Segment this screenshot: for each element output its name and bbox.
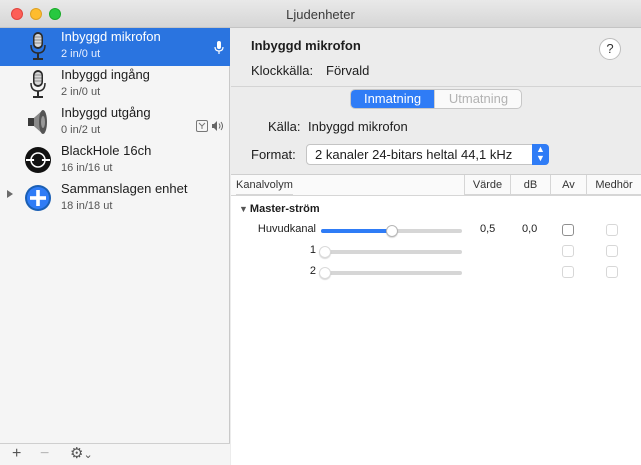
channel-volume-slider[interactable] (319, 246, 462, 258)
microphone-icon (30, 70, 46, 98)
mute-checkbox[interactable] (562, 224, 574, 236)
microphone-icon (30, 32, 46, 60)
speaker-icon (28, 110, 47, 134)
column-header-db[interactable]: dB (510, 175, 550, 195)
tab-input[interactable]: Inmatning (351, 90, 434, 108)
default-input-microphone-icon (214, 41, 224, 54)
device-detail-pane: Inbyggd mikrofon ? Klockkälla: Förvald I… (231, 28, 641, 465)
slider-knob[interactable] (386, 225, 398, 237)
gear-icon: ⚙ (70, 445, 84, 462)
slider-fill (321, 229, 392, 233)
format-selected-value: 2 kanaler 24-bitars heltal 44,1 kHz (315, 147, 513, 162)
mute-checkbox[interactable] (562, 266, 574, 278)
chevron-down-icon: ⌄ (83, 449, 93, 461)
source-value: Inbyggd mikrofon (308, 119, 408, 134)
device-channels: 2 in/0 ut (61, 86, 101, 98)
default-output-speaker-icons (196, 120, 223, 132)
device-channels: 2 in/0 ut (61, 48, 101, 60)
clock-source-label: Klockkälla: (251, 63, 314, 78)
device-name: Inbyggd utgång (61, 105, 151, 120)
column-header-thru[interactable]: Medhör (586, 175, 641, 195)
tab-output[interactable]: Utmatning (434, 90, 521, 108)
channel-label: 2 (309, 265, 316, 277)
channel-volume-slider[interactable] (321, 225, 462, 237)
channel-label: Huvudkanal (257, 223, 316, 235)
divider (231, 86, 641, 87)
add-device-button[interactable]: + (12, 446, 21, 462)
channel-volume-slider[interactable] (319, 267, 462, 279)
device-item-inbyggd-mikrofon[interactable]: Inbyggd mikrofon 2 in/0 ut (0, 28, 230, 66)
device-channels: 16 in/16 ut (61, 162, 113, 174)
mute-checkbox[interactable] (562, 245, 574, 257)
remove-device-button[interactable]: − (40, 446, 49, 462)
select-arrows-icon: ▲ ▼ (532, 144, 549, 165)
title-bar[interactable]: Ljudenheter (0, 0, 641, 28)
device-item-inbyggd-ingang[interactable]: Inbyggd ingång 2 in/0 ut (0, 66, 230, 104)
device-title: Inbyggd mikrofon (251, 38, 361, 53)
column-header-mute[interactable]: Av (550, 175, 586, 195)
thru-checkbox[interactable] (606, 224, 618, 236)
blackhole-icon (25, 147, 51, 173)
device-channels: 0 in/2 ut (61, 124, 101, 136)
audio-midi-window: Ljudenheter Inbyggd mikrofon 2 in/0 ut I… (0, 0, 641, 465)
format-select[interactable]: 2 kanaler 24-bitars heltal 44,1 kHz ▲ ▼ (306, 144, 549, 165)
column-header-value[interactable]: Värde (464, 175, 510, 195)
input-output-segmented-control[interactable]: Inmatning Utmatning (350, 89, 522, 109)
slider-knob[interactable] (319, 267, 331, 279)
device-name: Inbyggd ingång (61, 67, 150, 82)
column-header-volume[interactable]: Kanalvolym (236, 175, 293, 195)
source-label: Källa: (268, 119, 301, 134)
thru-checkbox[interactable] (606, 266, 618, 278)
window-title: Ljudenheter (286, 7, 355, 22)
channel-db: 0,0 (522, 223, 538, 235)
channel-label: 1 (309, 244, 316, 256)
sidebar-footer: + − ⚙⌄ (0, 443, 230, 465)
disclosure-triangle-icon[interactable] (7, 190, 13, 198)
device-channels: 18 in/18 ut (61, 200, 113, 212)
device-item-blackhole[interactable]: BlackHole 16ch 16 in/16 ut (0, 142, 230, 180)
master-stream-group[interactable]: Master-ström (239, 203, 320, 215)
thru-checkbox[interactable] (606, 245, 618, 257)
slider-knob[interactable] (319, 246, 331, 258)
device-sidebar: Inbyggd mikrofon 2 in/0 ut Inbyggd ingån… (0, 28, 230, 465)
gear-menu-button[interactable]: ⚙⌄ (70, 446, 93, 463)
channel-value: 0,5 (480, 223, 496, 235)
device-item-sammanslagen-enhet[interactable]: Sammanslagen enhet 18 in/18 ut (0, 180, 230, 218)
help-button[interactable]: ? (599, 38, 621, 60)
device-name: BlackHole 16ch (61, 143, 152, 158)
format-label: Format: (251, 147, 296, 162)
device-name: Sammanslagen enhet (61, 181, 188, 196)
aggregate-device-icon (25, 185, 51, 211)
channel-volume-table: Kanalvolym Värde dB Av Medhör Master-str… (231, 174, 641, 465)
clock-source-value[interactable]: Förvald (326, 63, 369, 78)
device-item-inbyggd-utgang[interactable]: Inbyggd utgång 0 in/2 ut (0, 104, 230, 142)
device-name: Inbyggd mikrofon (61, 29, 161, 44)
